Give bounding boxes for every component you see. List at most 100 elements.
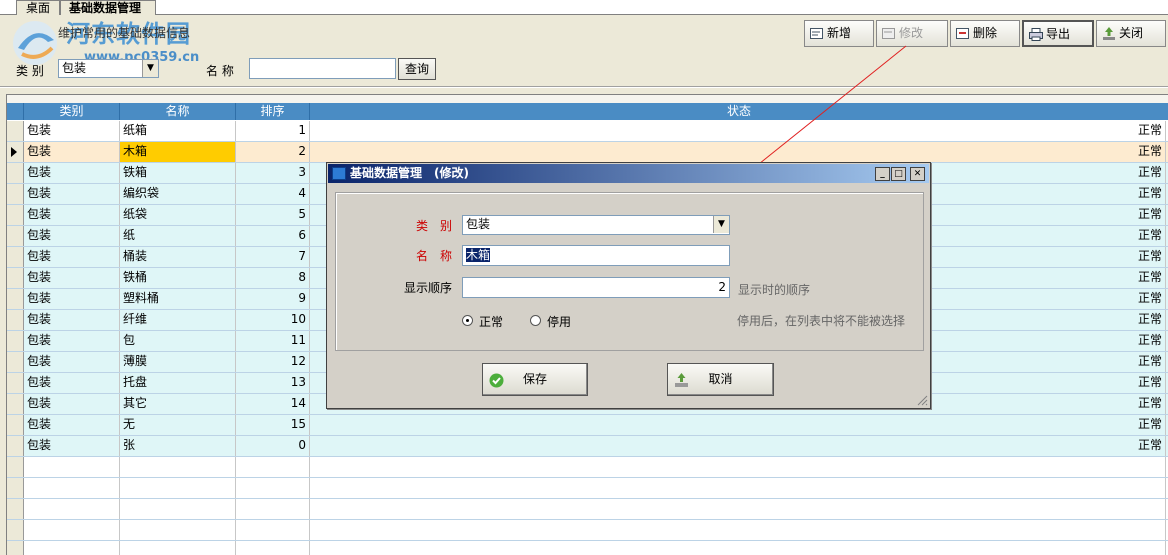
table-row[interactable]: 包装 纸箱 1 正常 — [7, 121, 1168, 142]
table-row[interactable]: 包装 木箱 2 正常 — [7, 142, 1168, 163]
cell-name[interactable] — [120, 541, 236, 555]
row-indicator[interactable] — [7, 394, 24, 414]
cell-category[interactable] — [24, 478, 120, 498]
row-indicator[interactable] — [7, 436, 24, 456]
row-indicator[interactable] — [7, 226, 24, 246]
cell-name[interactable]: 纸 — [120, 226, 236, 246]
cell-category[interactable]: 包装 — [24, 436, 120, 456]
minimize-icon[interactable]: _ — [875, 167, 890, 181]
cell-name[interactable]: 薄膜 — [120, 352, 236, 372]
cell-order[interactable]: 8 — [236, 268, 310, 288]
cell-category[interactable] — [24, 541, 120, 555]
cell-name[interactable]: 纸袋 — [120, 205, 236, 225]
cell-order[interactable]: 1 — [236, 121, 310, 141]
cell-order[interactable]: 2 — [236, 142, 310, 162]
cell-category[interactable]: 包装 — [24, 205, 120, 225]
row-indicator[interactable] — [7, 415, 24, 435]
close-button[interactable]: 关闭 — [1096, 20, 1166, 47]
row-indicator[interactable] — [7, 478, 24, 498]
cell-status[interactable] — [310, 520, 1166, 540]
cell-order[interactable]: 13 — [236, 373, 310, 393]
close-icon[interactable]: ✕ — [910, 167, 925, 181]
row-indicator[interactable] — [7, 331, 24, 351]
cell-order[interactable]: 9 — [236, 289, 310, 309]
cell-name[interactable]: 铁桶 — [120, 268, 236, 288]
cell-category[interactable]: 包装 — [24, 415, 120, 435]
cell-category[interactable]: 包装 — [24, 268, 120, 288]
export-button[interactable]: 导出 — [1022, 20, 1094, 47]
row-indicator[interactable] — [7, 268, 24, 288]
dialog-titlebar[interactable]: 基础数据管理 (修改) _ □ ✕ — [328, 164, 929, 183]
cell-name[interactable]: 编织袋 — [120, 184, 236, 204]
cell-category[interactable]: 包装 — [24, 226, 120, 246]
row-indicator[interactable] — [7, 163, 24, 183]
cell-status[interactable] — [310, 478, 1166, 498]
resize-grip-icon[interactable] — [916, 394, 928, 406]
cell-name[interactable] — [120, 520, 236, 540]
row-indicator[interactable] — [7, 184, 24, 204]
filter-category-select[interactable]: 包装 ▼ — [58, 59, 159, 78]
tab-desktop[interactable]: 桌面 — [16, 0, 60, 15]
row-indicator[interactable] — [7, 142, 24, 162]
cell-status[interactable]: 正常 — [310, 142, 1166, 162]
row-indicator[interactable] — [7, 289, 24, 309]
cell-name[interactable]: 纸箱 — [120, 121, 236, 141]
cell-status[interactable]: 正常 — [310, 436, 1166, 456]
header-category[interactable]: 类别 — [24, 103, 120, 120]
row-indicator[interactable] — [7, 352, 24, 372]
cell-order[interactable] — [236, 541, 310, 555]
row-indicator[interactable] — [7, 247, 24, 267]
row-indicator[interactable] — [7, 121, 24, 141]
cell-category[interactable]: 包装 — [24, 184, 120, 204]
cell-name[interactable]: 无 — [120, 415, 236, 435]
cell-order[interactable]: 6 — [236, 226, 310, 246]
cell-order[interactable] — [236, 478, 310, 498]
cell-order[interactable]: 4 — [236, 184, 310, 204]
table-row[interactable]: 包装无 15 正常 — [7, 415, 1168, 436]
cell-status[interactable]: 正常 — [310, 121, 1166, 141]
cell-order[interactable]: 15 — [236, 415, 310, 435]
cell-category[interactable]: 包装 — [24, 163, 120, 183]
query-button[interactable]: 查询 — [398, 58, 436, 80]
cell-name[interactable] — [120, 478, 236, 498]
radio-normal-label[interactable]: 正常 — [479, 313, 503, 330]
cell-name[interactable]: 木箱 — [120, 142, 236, 162]
cell-category[interactable]: 包装 — [24, 331, 120, 351]
cell-status[interactable] — [310, 499, 1166, 519]
cell-order[interactable]: 14 — [236, 394, 310, 414]
header-status[interactable]: 状态 — [310, 103, 1168, 120]
tab-basic-data[interactable]: 基础数据管理 — [60, 0, 156, 15]
edit-button[interactable]: 修改 — [876, 20, 948, 47]
cell-category[interactable]: 包装 — [24, 289, 120, 309]
chevron-down-icon[interactable]: ▼ — [142, 60, 158, 77]
delete-button[interactable]: 删除 — [950, 20, 1020, 47]
radio-disabled[interactable] — [530, 315, 541, 326]
row-indicator[interactable] — [7, 541, 24, 555]
header-name[interactable]: 名称 — [120, 103, 236, 120]
cell-name[interactable]: 其它 — [120, 394, 236, 414]
cell-category[interactable]: 包装 — [24, 247, 120, 267]
cell-order[interactable]: 7 — [236, 247, 310, 267]
row-indicator[interactable] — [7, 457, 24, 477]
row-indicator[interactable] — [7, 310, 24, 330]
cell-order[interactable]: 10 — [236, 310, 310, 330]
dialog-name-input[interactable]: 木箱 — [462, 245, 730, 266]
save-button[interactable]: 保存 — [482, 363, 588, 396]
cell-status[interactable]: 正常 — [310, 415, 1166, 435]
cell-name[interactable] — [120, 499, 236, 519]
cell-category[interactable] — [24, 457, 120, 477]
radio-normal[interactable] — [462, 315, 473, 326]
row-indicator[interactable] — [7, 499, 24, 519]
cell-category[interactable]: 包装 — [24, 373, 120, 393]
cell-category[interactable]: 包装 — [24, 142, 120, 162]
row-indicator[interactable] — [7, 520, 24, 540]
radio-disabled-label[interactable]: 停用 — [547, 313, 571, 330]
cell-name[interactable]: 铁箱 — [120, 163, 236, 183]
cell-order[interactable]: 3 — [236, 163, 310, 183]
cell-category[interactable]: 包装 — [24, 352, 120, 372]
cell-category[interactable]: 包装 — [24, 394, 120, 414]
filter-name-input[interactable] — [249, 58, 396, 79]
cell-order[interactable]: 5 — [236, 205, 310, 225]
row-indicator[interactable] — [7, 373, 24, 393]
cell-category[interactable]: 包装 — [24, 121, 120, 141]
